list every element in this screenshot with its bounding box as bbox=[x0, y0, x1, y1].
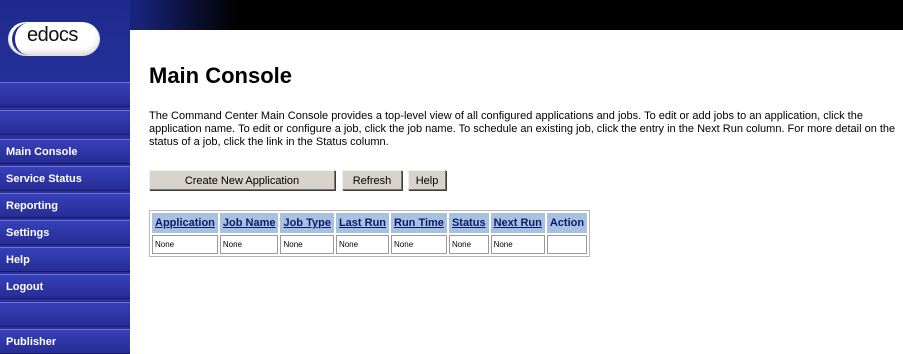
table-header-row: Application Job Name Job Type Last Run R… bbox=[152, 213, 588, 233]
top-banner bbox=[0, 0, 903, 30]
column-header-run-time[interactable]: Run Time bbox=[391, 213, 447, 233]
sidebar-item-settings[interactable]: Settings bbox=[0, 220, 130, 245]
table-cell-last-run: None bbox=[335, 235, 390, 254]
sidebar: edocs Main Console Service Status Report… bbox=[0, 0, 130, 354]
logo-area: edocs bbox=[0, 0, 130, 82]
logo-text: edocs bbox=[27, 24, 78, 46]
table-cell-action bbox=[546, 235, 588, 254]
sidebar-item-service-status[interactable]: Service Status bbox=[0, 166, 130, 191]
column-header-status[interactable]: Status bbox=[448, 213, 489, 233]
page-description: The Command Center Main Console provides… bbox=[149, 110, 896, 148]
sidebar-item-logout[interactable]: Logout bbox=[0, 274, 130, 299]
refresh-button[interactable]: Refresh bbox=[342, 170, 402, 190]
table-cell-job-type: None bbox=[280, 235, 334, 254]
sidebar-item-help[interactable]: Help bbox=[0, 247, 130, 272]
page-title: Main Console bbox=[149, 63, 293, 88]
column-header-action: Action bbox=[546, 213, 588, 233]
table-row: None None None None None None None bbox=[152, 235, 588, 254]
column-header-last-run[interactable]: Last Run bbox=[335, 213, 390, 233]
table-cell-job-name: None bbox=[219, 235, 279, 254]
table-cell-application: None bbox=[152, 235, 218, 254]
help-button[interactable]: Help bbox=[408, 170, 446, 190]
column-header-job-type[interactable]: Job Type bbox=[280, 213, 334, 233]
sidebar-item-blank-3 bbox=[0, 302, 130, 327]
column-header-next-run[interactable]: Next Run bbox=[490, 213, 545, 233]
table-cell-run-time: None bbox=[391, 235, 447, 254]
table-cell-status: None bbox=[448, 235, 489, 254]
sidebar-item-blank-2 bbox=[0, 110, 130, 135]
table-cell-next-run: None bbox=[490, 235, 545, 254]
column-header-application[interactable]: Application bbox=[152, 213, 218, 233]
column-header-job-name[interactable]: Job Name bbox=[219, 213, 279, 233]
sidebar-item-main-console[interactable]: Main Console bbox=[0, 139, 130, 164]
jobs-table: Application Job Name Job Type Last Run R… bbox=[149, 210, 591, 257]
create-new-application-button[interactable]: Create New Application bbox=[149, 170, 335, 190]
sidebar-item-reporting[interactable]: Reporting bbox=[0, 193, 130, 218]
sidebar-item-blank-1 bbox=[0, 82, 130, 107]
sidebar-item-publisher[interactable]: Publisher bbox=[0, 329, 130, 354]
